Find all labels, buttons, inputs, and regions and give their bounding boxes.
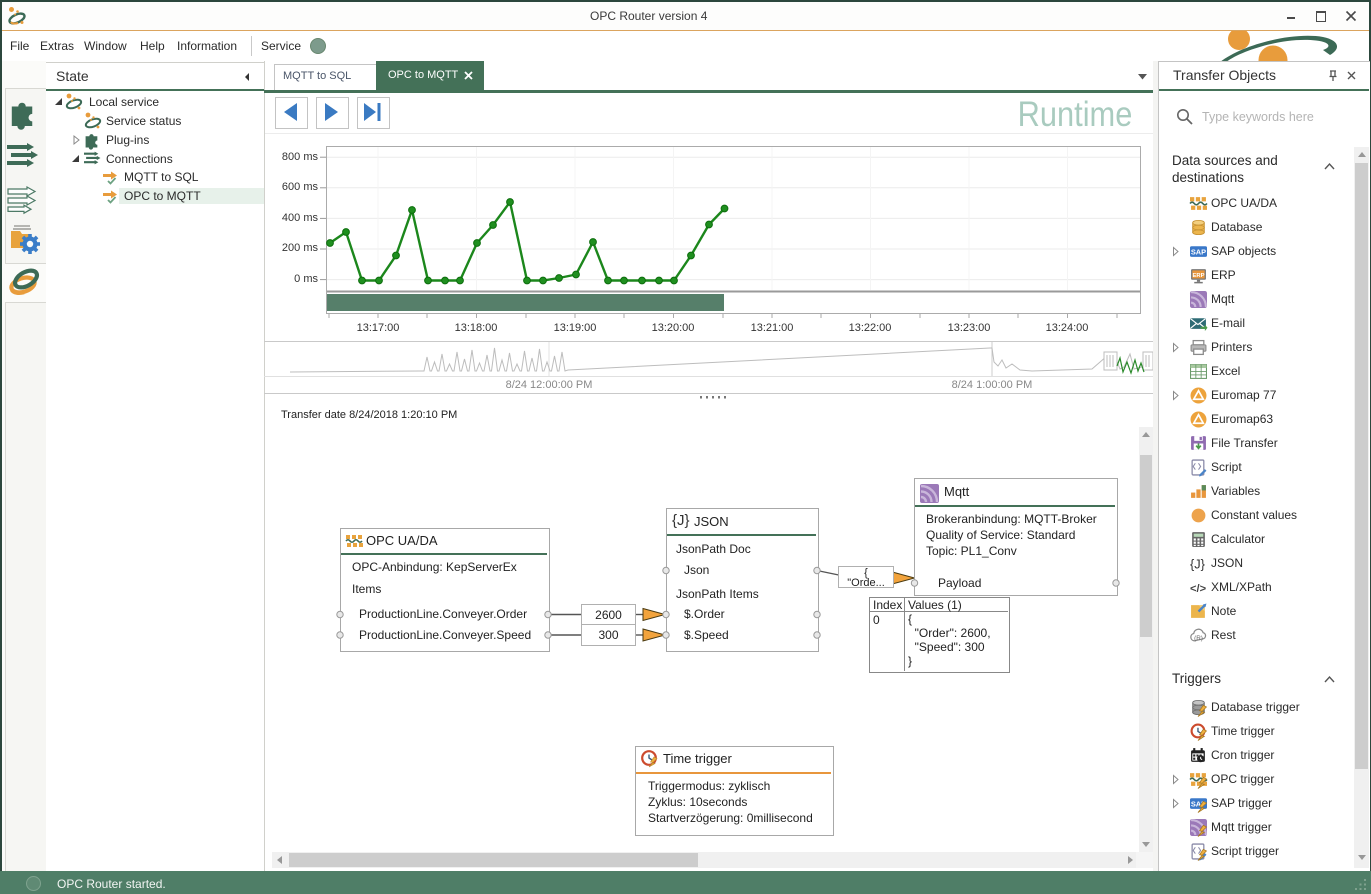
svg-text:</>: </> [1190,583,1207,595]
svg-text:ERP: ERP [1193,273,1205,279]
svg-text:{J}: {J} [1190,556,1206,571]
svg-text:SAP: SAP [1191,248,1206,257]
svg-text:(R): (R) [1194,635,1203,642]
